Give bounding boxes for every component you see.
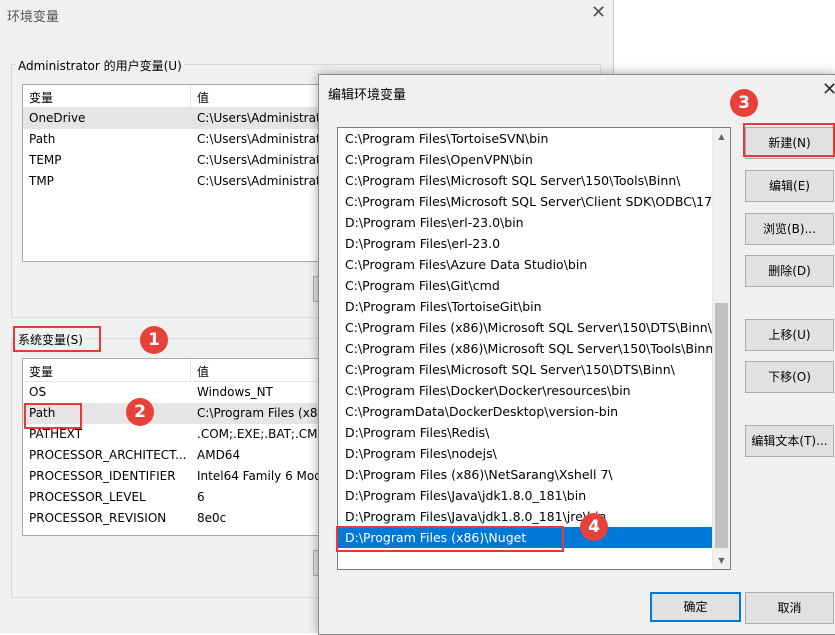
scroll-down-icon[interactable]: ▼ bbox=[713, 552, 730, 569]
path-list-item[interactable]: C:\Program Files\TortoiseSVN\bin bbox=[338, 128, 730, 149]
row-value: C:\Users\Administrat bbox=[197, 111, 321, 125]
path-list-item[interactable]: D:\Program Files\TortoiseGit\bin bbox=[338, 296, 730, 317]
row-value: .COM;.EXE;.BAT;.CMD bbox=[197, 427, 324, 441]
close-icon[interactable]: ✕ bbox=[591, 4, 606, 22]
row-variable: OS bbox=[29, 385, 47, 399]
table-row[interactable]: PROCESSOR_IDENTIFIER Intel64 Family 6 Mod bbox=[23, 466, 323, 487]
path-list-item[interactable]: D:\Program Files\erl-23.0 bbox=[338, 233, 730, 254]
row-variable: PROCESSOR_IDENTIFIER bbox=[29, 469, 176, 483]
table-row[interactable]: Path C:\Users\Administrat bbox=[23, 129, 323, 150]
row-value: C:\Program Files (x86 bbox=[197, 406, 324, 420]
path-list-item[interactable]: C:\Program Files\Docker\Docker\resources… bbox=[338, 380, 730, 401]
row-value: 6 bbox=[197, 490, 205, 504]
path-list-item[interactable]: D:\Program Files (x86)\NetSarang\Xshell … bbox=[338, 464, 730, 485]
table-row[interactable]: PROCESSOR_LEVEL 6 bbox=[23, 487, 323, 508]
column-header-variable[interactable]: 变量 bbox=[29, 363, 53, 380]
highlight-path-row bbox=[24, 403, 82, 429]
table-row[interactable]: PROCESSOR_REVISION 8e0c bbox=[23, 508, 323, 529]
scrollbar-thumb[interactable] bbox=[715, 303, 728, 548]
path-list-item[interactable]: D:\Program Files\Java\jdk1.8.0_181\jre\b… bbox=[338, 506, 730, 527]
move-down-button[interactable]: 下移(O) bbox=[745, 361, 834, 393]
step-badge-3: 3 bbox=[730, 89, 758, 117]
row-variable: Path bbox=[29, 132, 56, 146]
path-list-item[interactable]: D:\Program Files\Redis\ bbox=[338, 422, 730, 443]
path-list-item[interactable]: D:\Program Files\nodejs\ bbox=[338, 443, 730, 464]
path-list-item[interactable]: C:\Program Files\Azure Data Studio\bin bbox=[338, 254, 730, 275]
row-value: Intel64 Family 6 Mod bbox=[197, 469, 322, 483]
table-row[interactable]: TMP C:\Users\Administrat bbox=[23, 171, 323, 192]
ok-button[interactable]: 确定 bbox=[650, 592, 741, 622]
row-value: AMD64 bbox=[197, 448, 241, 462]
system-variables-list[interactable]: 变量 值 OS Windows_NT Path C:\Program Files (… bbox=[22, 358, 324, 536]
path-list-item[interactable]: C:\Program Files\OpenVPN\bin bbox=[338, 149, 730, 170]
path-list-item[interactable]: C:\Program Files (x86)\Microsoft SQL Ser… bbox=[338, 338, 730, 359]
table-row[interactable]: OS Windows_NT bbox=[23, 382, 323, 403]
list-header: 变量 值 bbox=[23, 85, 323, 108]
row-variable: PROCESSOR_LEVEL bbox=[29, 490, 146, 504]
list-header: 变量 值 bbox=[23, 359, 323, 382]
row-variable: OneDrive bbox=[29, 111, 86, 125]
step-badge-4: 4 bbox=[580, 513, 608, 541]
edit-dialog-title: 编辑环境变量 bbox=[328, 88, 407, 103]
close-icon[interactable]: ✕ bbox=[822, 81, 835, 99]
env-dialog-title: 环境变量 bbox=[7, 10, 60, 25]
row-value: C:\Users\Administrat bbox=[197, 132, 321, 146]
vertical-scrollbar[interactable]: ▲ ▼ bbox=[712, 128, 730, 569]
path-list-item[interactable]: D:\Program Files\Java\jdk1.8.0_181\bin bbox=[338, 485, 730, 506]
path-list-item[interactable]: C:\Program Files\Git\cmd bbox=[338, 275, 730, 296]
column-header-value[interactable]: 值 bbox=[197, 89, 209, 106]
row-value: Windows_NT bbox=[197, 385, 273, 399]
user-variables-legend: Administrator 的用户变量(U) bbox=[16, 57, 184, 74]
row-variable: PROCESSOR_REVISION bbox=[29, 511, 167, 525]
path-list-item[interactable]: C:\Program Files\Microsoft SQL Server\15… bbox=[338, 359, 730, 380]
column-header-value[interactable]: 值 bbox=[197, 363, 209, 380]
table-row[interactable]: TEMP C:\Users\Administrat bbox=[23, 150, 323, 171]
path-list-item[interactable]: C:\Program Files\Microsoft SQL Server\Cl… bbox=[338, 191, 730, 212]
highlight-system-variables bbox=[13, 326, 101, 352]
path-list-item[interactable]: C:\Program Files\Microsoft SQL Server\15… bbox=[338, 170, 730, 191]
path-list[interactable]: C:\Program Files\TortoiseSVN\bin C:\Progr… bbox=[337, 127, 731, 570]
row-value: C:\Users\Administrat bbox=[197, 153, 321, 167]
path-list-item[interactable]: C:\Program Files (x86)\Microsoft SQL Ser… bbox=[338, 317, 730, 338]
row-value: 8e0c bbox=[197, 511, 227, 525]
path-list-item[interactable]: D:\Program Files\erl-23.0\bin bbox=[338, 212, 730, 233]
path-list-item[interactable]: C:\ProgramData\DockerDesktop\version-bin bbox=[338, 401, 730, 422]
table-row[interactable]: PROCESSOR_ARCHITECT... AMD64 bbox=[23, 445, 323, 466]
table-row[interactable]: OneDrive C:\Users\Administrat bbox=[23, 108, 323, 129]
step-badge-2: 2 bbox=[126, 398, 154, 426]
row-variable: TMP bbox=[29, 174, 54, 188]
row-value: C:\Users\Administrat bbox=[197, 174, 321, 188]
delete-button[interactable]: 删除(D) bbox=[745, 255, 834, 287]
highlight-new-path bbox=[336, 526, 564, 552]
scroll-up-icon[interactable]: ▲ bbox=[713, 128, 730, 145]
edit-text-button[interactable]: 编辑文本(T)... bbox=[745, 425, 834, 457]
edit-button[interactable]: 编辑(E) bbox=[745, 170, 834, 202]
column-header-variable[interactable]: 变量 bbox=[29, 89, 53, 106]
move-up-button[interactable]: 上移(U) bbox=[745, 319, 834, 351]
step-badge-1: 1 bbox=[140, 326, 168, 354]
column-divider[interactable] bbox=[190, 359, 191, 381]
highlight-new-button bbox=[743, 123, 835, 157]
row-variable: PROCESSOR_ARCHITECT... bbox=[29, 448, 187, 462]
column-divider[interactable] bbox=[190, 85, 191, 107]
user-variables-list[interactable]: 变量 值 OneDrive C:\Users\Administrat Path C:… bbox=[22, 84, 324, 262]
browse-button[interactable]: 浏览(B)... bbox=[745, 213, 834, 245]
row-variable: TEMP bbox=[29, 153, 62, 167]
cancel-button[interactable]: 取消 bbox=[745, 592, 834, 624]
